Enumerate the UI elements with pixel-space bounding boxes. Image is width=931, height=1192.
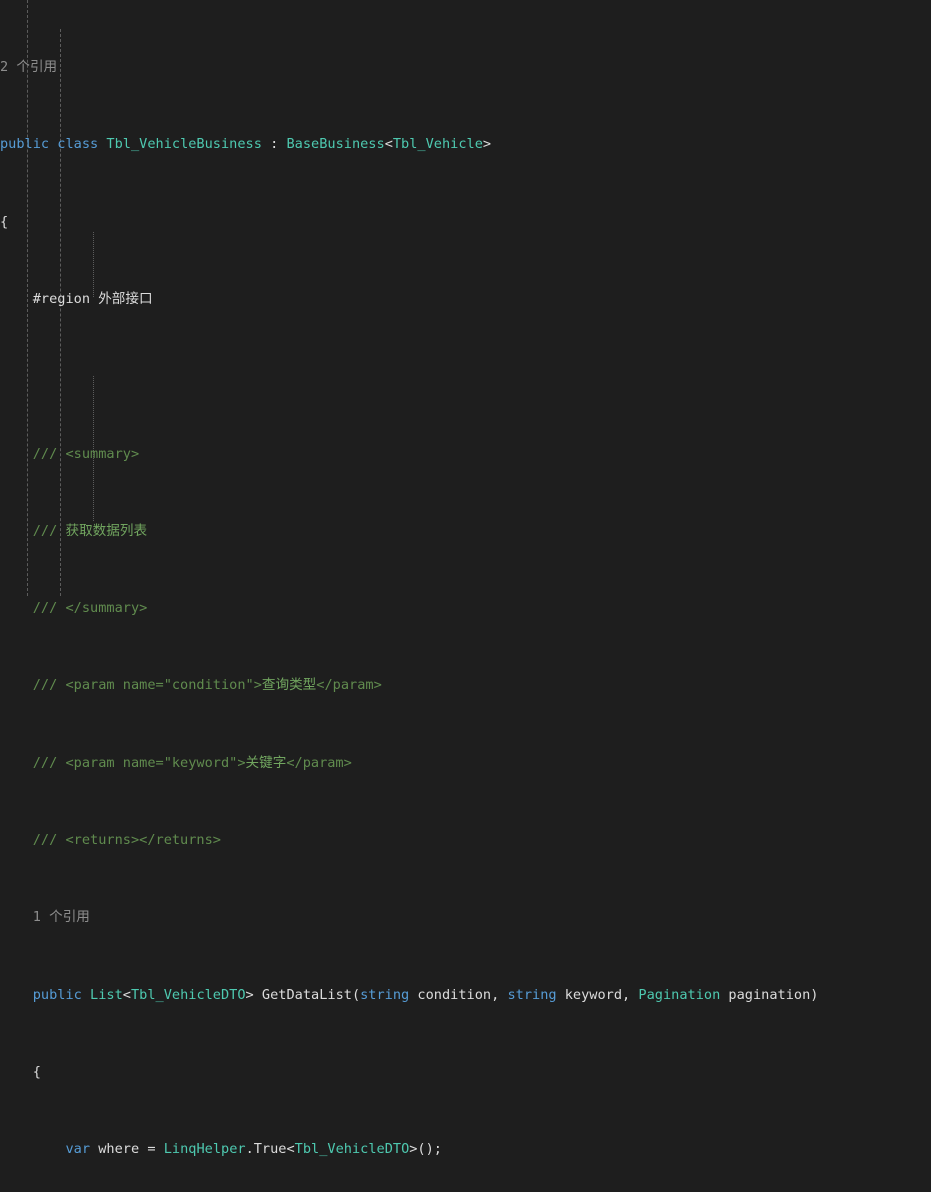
codelens-class-references[interactable]: 2 个引用	[0, 58, 931, 77]
line-blank-1	[0, 367, 931, 386]
line-doc-param-condition: /// <param name="condition">查询类型</param>	[0, 677, 382, 694]
line-doc-returns: /// <returns></returns>	[0, 832, 221, 849]
line-doc-param-keyword: /// <param name="keyword">关键字</param>	[0, 754, 352, 771]
line-class-open-brace: {	[0, 213, 9, 230]
codelens-method-references[interactable]: 1 个引用	[0, 908, 931, 927]
line-doc-summary-open: /// <summary>	[0, 445, 140, 462]
code-content[interactable]: 2 个引用 public class Tbl_VehicleBusiness :…	[0, 0, 931, 1192]
line-doc-summary-text: /// 获取数据列表	[0, 522, 148, 539]
line-region-directive: #region 外部接口	[0, 290, 153, 307]
line-method-signature: public List<Tbl_VehicleDTO> GetDataList(…	[32, 986, 819, 1003]
line-doc-summary-close: /// </summary>	[0, 600, 148, 617]
code-editor[interactable]: 2 个引用 public class Tbl_VehicleBusiness :…	[0, 0, 931, 1157]
line-class-declaration: public class Tbl_VehicleBusiness : BaseB…	[0, 136, 492, 153]
line-method-open-brace: {	[0, 1064, 41, 1081]
line-var-where: var where = LinqHelper.True<Tbl_VehicleD…	[65, 1141, 442, 1158]
